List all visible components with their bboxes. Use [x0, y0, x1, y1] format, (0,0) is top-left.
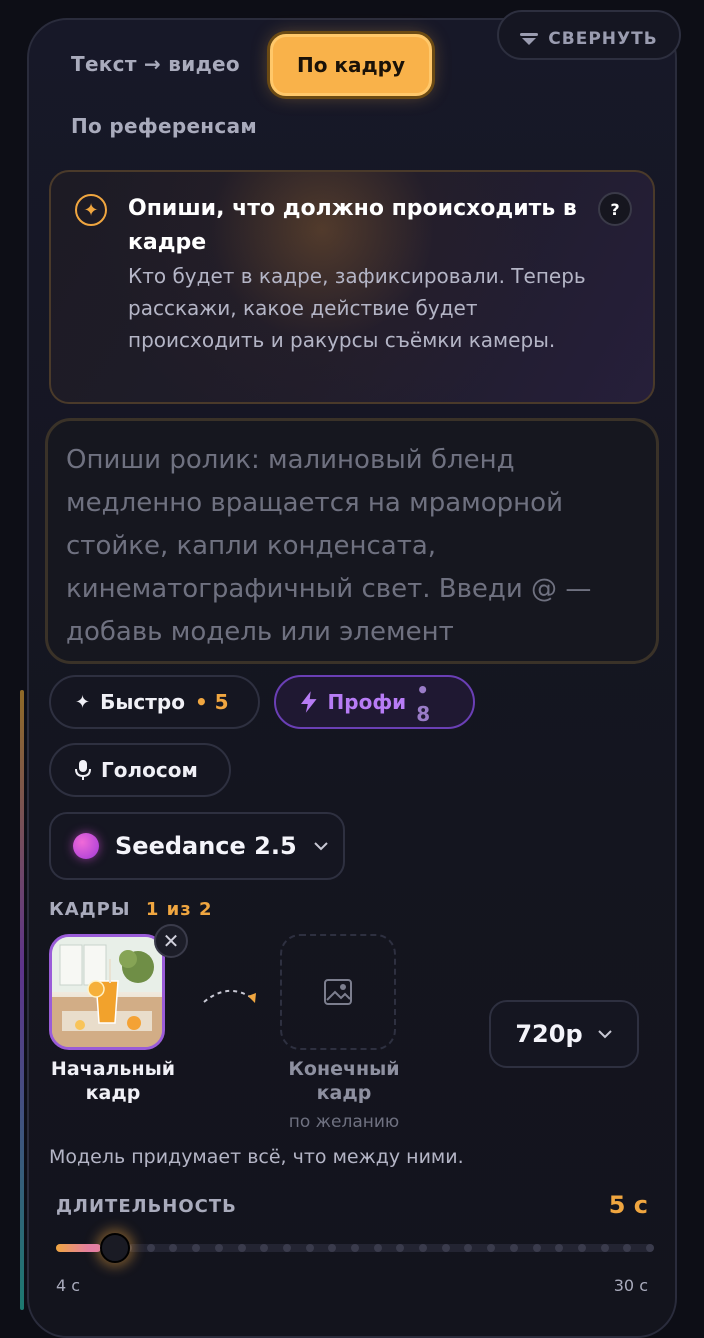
chevron-down-icon [597, 1030, 612, 1039]
collapse-icon [520, 33, 539, 45]
slider-tick [237, 1244, 246, 1252]
collapse-label: СВЕРНУТЬ [548, 29, 658, 49]
fast-mode-button[interactable]: ✦ Быстро • 5 [49, 675, 260, 729]
slider-tick [282, 1244, 291, 1252]
slider-tick [373, 1244, 382, 1252]
prompt-box [45, 418, 659, 664]
slider-tick [305, 1244, 314, 1252]
slider-tick [577, 1244, 586, 1252]
microphone-icon [75, 760, 91, 780]
transition-arc-icon [203, 990, 256, 1003]
duration-label: ДЛИТЕЛЬНОСТЬ [56, 1196, 237, 1217]
help-button[interactable]: ? [598, 192, 632, 226]
frames-label: КАДРЫ [49, 899, 131, 920]
between-note: Модель придумает всё, что между ними. [49, 1146, 464, 1168]
slider-tick [419, 1244, 428, 1252]
slider-tick [214, 1244, 223, 1252]
hint-card: ✦ Опиши, что должно происходить в кадре … [49, 170, 655, 404]
pro-mode-label: Профи [327, 690, 407, 714]
duration-value: 5 с [608, 1191, 648, 1219]
duration-slider-handle[interactable] [99, 1233, 130, 1263]
end-frame-slot[interactable] [280, 934, 396, 1050]
frames-section-label: КАДРЫ 1 из 2 [49, 899, 212, 920]
smoothie-image [52, 937, 162, 1047]
slider-tick [351, 1244, 359, 1252]
model-name: Seedance 2.5 [115, 832, 297, 860]
slider-tick [146, 1244, 155, 1252]
edge-glow [20, 690, 24, 1310]
slider-tick [509, 1244, 518, 1252]
tab-by-reference[interactable]: По референсам [71, 114, 257, 138]
start-frame-label: Начальный кадр [50, 1058, 176, 1104]
fast-mode-cost: • 5 [194, 690, 229, 714]
hint-body: Кто будет в кадре, зафиксировали. Теперь… [128, 264, 586, 352]
slider-tick [600, 1244, 609, 1252]
slider-tick [441, 1244, 450, 1252]
voice-button[interactable]: Голосом [49, 743, 231, 797]
tab-text-to-video[interactable]: Текст → видео [71, 52, 240, 76]
chevron-down-icon [313, 842, 328, 851]
fast-mode-label: Быстро [100, 690, 185, 714]
prompt-input[interactable] [64, 437, 644, 649]
pro-mode-cost: • 8 [416, 678, 431, 726]
voice-label: Голосом [101, 758, 198, 782]
pro-mode-button[interactable]: Профи • 8 [274, 675, 475, 729]
sparkle-icon: ✦ [75, 691, 91, 713]
slider-tick [646, 1244, 654, 1252]
sparkle-icon: ✦ [75, 194, 107, 226]
frames-count: 1 из 2 [145, 899, 213, 920]
hint-title: Опиши, что должно происходить в кадре [128, 196, 577, 255]
lightning-icon [300, 691, 317, 713]
model-dot-icon [73, 833, 99, 859]
collapse-button[interactable]: СВЕРНУТЬ [497, 10, 681, 60]
end-frame-optional: по желанию [288, 1112, 400, 1132]
duration-max-label: 30 с [613, 1276, 648, 1295]
image-placeholder-icon [324, 979, 352, 1005]
start-frame-thumbnail[interactable] [49, 934, 165, 1050]
duration-min-label: 4 с [56, 1276, 81, 1295]
duration-slider-fill [56, 1244, 101, 1252]
slider-tick [532, 1244, 541, 1252]
resolution-value: 720p [515, 1020, 583, 1048]
tab-by-frame[interactable]: По кадру [270, 34, 432, 96]
model-select[interactable]: Seedance 2.5 [49, 812, 345, 880]
resolution-select[interactable]: 720p [489, 1000, 639, 1068]
end-frame-label: Конечный кадр [288, 1058, 400, 1104]
remove-frame-button[interactable]: ✕ [154, 924, 188, 958]
